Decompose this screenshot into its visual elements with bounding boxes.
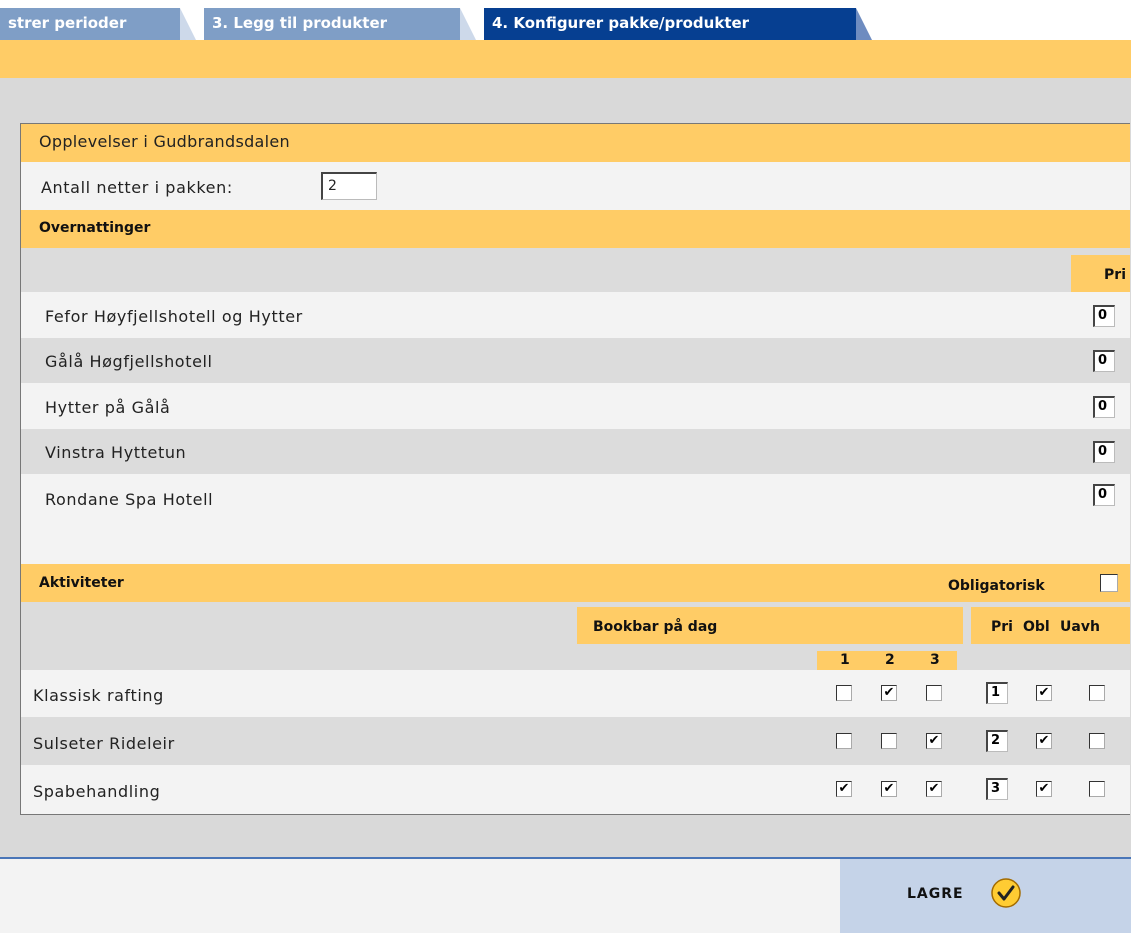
accommodation-name: Fefor Høyfjellshotell og Hytter xyxy=(45,307,303,326)
tab-label: 4. Konfigurer pakke/produkter xyxy=(492,14,750,32)
accommodation-pri-input[interactable]: 0 xyxy=(1093,441,1115,463)
obl-checkbox[interactable]: ✔ xyxy=(1036,685,1052,701)
uavh-checkbox[interactable] xyxy=(1089,733,1105,749)
accommodations-column-header: Pri xyxy=(21,248,1130,292)
day-checkbox[interactable] xyxy=(881,733,897,749)
accommodation-name: Hytter på Gålå xyxy=(45,398,171,417)
accommodation-pri-input[interactable]: 0 xyxy=(1093,396,1115,418)
obl-checkbox[interactable]: ✔ xyxy=(1036,733,1052,749)
bookable-header: Bookbar på dag xyxy=(593,619,718,635)
uavh-checkbox[interactable] xyxy=(1089,685,1105,701)
activity-pri-input[interactable]: 2 xyxy=(986,730,1008,752)
day-checkbox[interactable]: ✔ xyxy=(926,733,942,749)
save-label: LAGRE xyxy=(907,886,964,902)
day-number: 2 xyxy=(885,652,895,668)
nights-row: Antall netter i pakken: 2 xyxy=(21,162,1130,210)
accommodation-row: Gålå Høgfjellshotell 0 xyxy=(21,338,1130,383)
footer-left xyxy=(0,859,840,933)
accommodations-heading: Overnattinger xyxy=(39,220,151,236)
activity-name: Klassisk rafting xyxy=(33,686,164,705)
uavh-checkbox[interactable] xyxy=(1089,781,1105,797)
pri-header-cell: Pri xyxy=(1071,255,1130,292)
day-numbers-cell: 1 2 3 xyxy=(817,651,957,670)
bookable-header-cell: Bookbar på dag xyxy=(577,607,963,644)
col-pri-header: Pri xyxy=(991,619,1013,635)
activity-name: Sulseter Rideleir xyxy=(33,734,175,753)
activities-header: Aktiviteter Obligatorisk xyxy=(21,564,1130,602)
activity-pri-input[interactable]: 1 xyxy=(986,682,1008,704)
nights-input[interactable]: 2 xyxy=(321,172,377,200)
mandatory-checkbox[interactable] xyxy=(1100,574,1118,592)
tab-periods[interactable]: strer perioder xyxy=(0,8,196,40)
day-checkbox[interactable]: ✔ xyxy=(881,685,897,701)
activity-row: Sulseter Rideleir ✔ 2 ✔ xyxy=(21,717,1130,765)
activity-row: Klassisk rafting ✔ 1 ✔ xyxy=(21,670,1130,717)
accommodations-header: Overnattinger xyxy=(21,210,1130,248)
accommodation-pri-input[interactable]: 0 xyxy=(1093,484,1115,506)
day-checkbox[interactable] xyxy=(836,733,852,749)
pri-header: Pri xyxy=(1104,267,1126,283)
day-checkbox[interactable]: ✔ xyxy=(881,781,897,797)
obl-checkbox[interactable]: ✔ xyxy=(1036,781,1052,797)
day-number: 3 xyxy=(930,652,940,668)
tab-underline-band xyxy=(0,40,1131,78)
day-checkbox[interactable] xyxy=(926,685,942,701)
activity-pri-input[interactable]: 3 xyxy=(986,778,1008,800)
col-uavh-header: Uavh xyxy=(1060,619,1100,635)
accommodation-name: Vinstra Hyttetun xyxy=(45,443,187,462)
checkmark-circle-icon xyxy=(991,878,1021,908)
day-checkbox[interactable] xyxy=(836,685,852,701)
package-title-row: Opplevelser i Gudbrandsdalen xyxy=(21,124,1130,162)
activity-name: Spabehandling xyxy=(33,782,161,801)
save-button[interactable]: LAGRE xyxy=(840,859,1131,933)
mandatory-label: Obligatorisk xyxy=(948,578,1045,594)
day-checkbox[interactable]: ✔ xyxy=(926,781,942,797)
pri-obl-uavh-header-cell: Pri Obl Uavh xyxy=(971,607,1130,644)
accommodation-row: Fefor Høyfjellshotell og Hytter 0 xyxy=(21,292,1130,338)
tab-label: 3. Legg til produkter xyxy=(212,14,388,32)
day-number: 1 xyxy=(840,652,850,668)
tab-label: strer perioder xyxy=(8,14,127,32)
package-title: Opplevelser i Gudbrandsdalen xyxy=(39,132,290,151)
accommodation-pri-input[interactable]: 0 xyxy=(1093,305,1115,327)
activities-heading: Aktiviteter xyxy=(39,575,124,591)
activities-column-header: Bookbar på dag Pri Obl Uavh 1 2 3 xyxy=(21,602,1130,670)
accommodation-row: Rondane Spa Hotell 0 xyxy=(21,474,1130,564)
accommodation-name: Gålå Høgfjellshotell xyxy=(45,352,213,371)
accommodation-name: Rondane Spa Hotell xyxy=(45,490,214,509)
tab-add-products[interactable]: 3. Legg til produkter xyxy=(204,8,476,40)
tab-configure-package[interactable]: 4. Konfigurer pakke/produkter xyxy=(484,8,872,40)
accommodation-row: Vinstra Hyttetun 0 xyxy=(21,429,1130,474)
col-obl-header: Obl xyxy=(1023,619,1050,635)
accommodation-row: Hytter på Gålå 0 xyxy=(21,383,1130,429)
accommodation-pri-input[interactable]: 0 xyxy=(1093,350,1115,372)
activity-row: Spabehandling ✔ ✔ ✔ 3 ✔ xyxy=(21,765,1130,814)
day-checkbox[interactable]: ✔ xyxy=(836,781,852,797)
nights-label: Antall netter i pakken: xyxy=(41,178,233,197)
